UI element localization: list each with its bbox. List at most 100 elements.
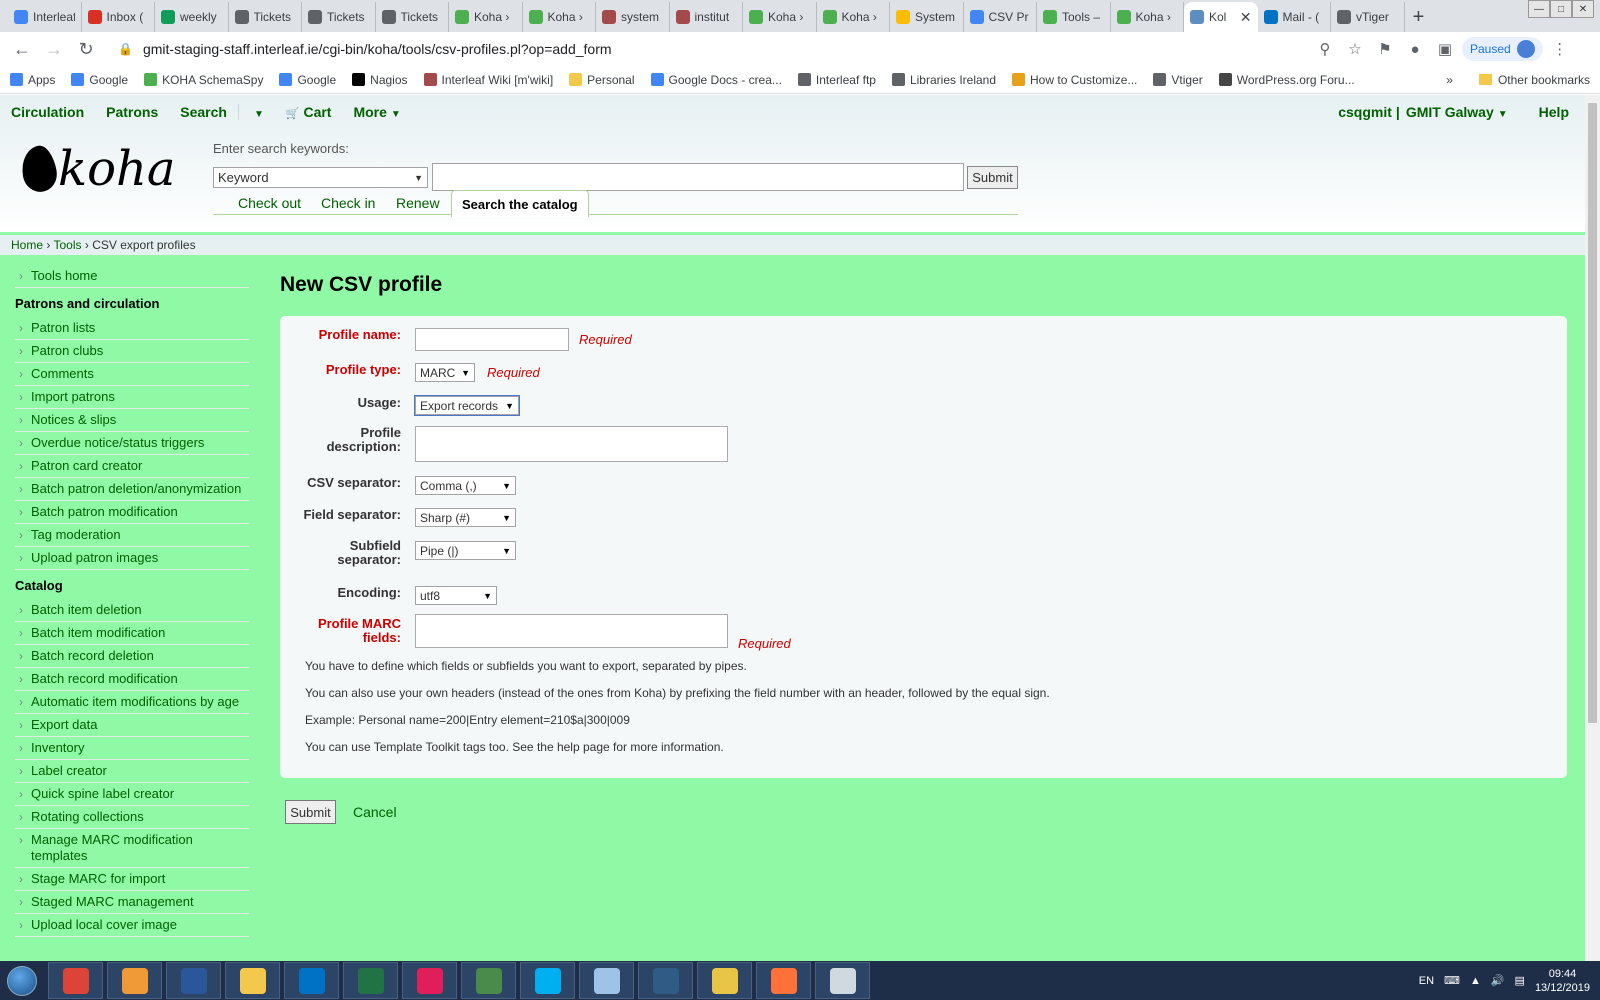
tab-active[interactable]: Kol ✕ bbox=[1184, 2, 1258, 32]
nav-cart[interactable]: 🛒 Cart bbox=[275, 104, 343, 120]
taskbar-app-slack[interactable] bbox=[402, 962, 457, 999]
sidebar-item-label[interactable]: Tag moderation bbox=[31, 527, 121, 543]
browser-tab[interactable]: Koha › bbox=[743, 2, 817, 32]
browser-tab[interactable]: institut bbox=[670, 2, 743, 32]
taskbar-app-word[interactable] bbox=[166, 962, 221, 999]
sidebar-item[interactable]: Automatic item modifications by age bbox=[15, 691, 249, 714]
browser-tab[interactable]: Koha › bbox=[523, 2, 596, 32]
sidebar-item-label[interactable]: Upload local cover image bbox=[31, 917, 177, 933]
bookmark-item[interactable]: Libraries Ireland bbox=[891, 73, 996, 87]
page-scrollbar[interactable] bbox=[1585, 95, 1600, 961]
sidebar-item-label[interactable]: Import patrons bbox=[31, 389, 115, 405]
sidebar-item-label[interactable]: Stage MARC for import bbox=[31, 871, 165, 887]
nav-more[interactable]: More ▼ bbox=[342, 104, 411, 120]
koha-logo[interactable]: koha bbox=[18, 141, 176, 197]
bookmark-item[interactable]: Google Docs - crea... bbox=[650, 73, 782, 87]
bookmarks-overflow-icon[interactable]: » bbox=[1446, 73, 1453, 87]
sidebar-item-tools-home[interactable]: Tools home bbox=[15, 265, 249, 288]
browser-tab[interactable]: system bbox=[596, 2, 670, 32]
taskbar-app-chrome[interactable] bbox=[48, 962, 103, 999]
profile-description-textarea[interactable] bbox=[415, 426, 728, 462]
sidebar-item[interactable]: Patron clubs bbox=[15, 340, 249, 363]
profile-paused-button[interactable]: Paused bbox=[1462, 37, 1543, 61]
sidebar-item-label[interactable]: Batch patron modification bbox=[31, 504, 178, 520]
sidebar-item-label[interactable]: Notices & slips bbox=[31, 412, 116, 428]
field-separator-select[interactable]: Sharp (#) ▼ bbox=[415, 508, 516, 527]
keyboard-icon[interactable]: ⌨ bbox=[1444, 974, 1460, 987]
sidebar-item[interactable]: Import patrons bbox=[15, 386, 249, 409]
bookmark-item[interactable]: Google bbox=[279, 73, 336, 87]
taskbar-app-skype[interactable] bbox=[520, 962, 575, 999]
taskbar-app-outlook[interactable] bbox=[284, 962, 339, 999]
submit-button[interactable]: Submit bbox=[285, 800, 336, 824]
browser-tab[interactable]: Tickets bbox=[302, 2, 376, 32]
bookmark-item[interactable]: Interleaf Wiki [m'wiki] bbox=[423, 73, 553, 87]
nav-help[interactable]: Help bbox=[1519, 104, 1585, 120]
sidebar-item[interactable]: Patron card creator bbox=[15, 455, 249, 478]
tray-expand-icon[interactable]: ▲ bbox=[1470, 975, 1481, 987]
sidebar-item[interactable]: Batch item deletion bbox=[15, 599, 249, 622]
language-indicator[interactable]: EN bbox=[1419, 975, 1434, 987]
sidebar-item-label[interactable]: Overdue notice/status triggers bbox=[31, 435, 204, 451]
reload-icon[interactable]: ↻ bbox=[72, 35, 100, 63]
extension-icon[interactable]: ⚑ bbox=[1372, 36, 1398, 62]
taskbar-app-media-player[interactable] bbox=[107, 962, 162, 999]
sidebar-item[interactable]: Tag moderation bbox=[15, 524, 249, 547]
browser-tab[interactable]: System bbox=[890, 2, 964, 32]
breadcrumb-home[interactable]: Home bbox=[11, 238, 43, 252]
profile-marc-fields-textarea[interactable] bbox=[415, 614, 728, 648]
bookmark-item[interactable]: How to Customize... bbox=[1012, 73, 1137, 87]
bookmark-item[interactable]: Vtiger bbox=[1153, 73, 1203, 87]
browser-tab[interactable]: Koha › bbox=[449, 2, 523, 32]
new-tab-button[interactable]: + bbox=[1405, 2, 1433, 32]
branch-menu[interactable]: GMIT Galway ▼ bbox=[1400, 104, 1519, 120]
network-icon[interactable]: ▤ bbox=[1515, 974, 1525, 987]
system-clock[interactable]: 09:44 13/12/2019 bbox=[1535, 967, 1590, 995]
sidebar-item-label[interactable]: Manage MARC modification templates bbox=[31, 832, 249, 864]
sidebar-item[interactable]: Rotating collections bbox=[15, 806, 249, 829]
sidebar-item-label[interactable]: Label creator bbox=[31, 763, 107, 779]
sidebar-item[interactable]: Quick spine label creator bbox=[15, 783, 249, 806]
search-input[interactable] bbox=[432, 163, 964, 191]
tab-search-catalog[interactable]: Search the catalog bbox=[451, 190, 589, 217]
breadcrumb-tools[interactable]: Tools bbox=[53, 238, 81, 252]
cancel-link[interactable]: Cancel bbox=[353, 804, 397, 820]
close-tab-icon[interactable]: ✕ bbox=[1240, 9, 1252, 26]
sidebar-item[interactable]: Inventory bbox=[15, 737, 249, 760]
csv-separator-select[interactable]: Comma (,) ▼ bbox=[415, 476, 516, 495]
taskbar-app-notepad[interactable] bbox=[579, 962, 634, 999]
taskbar-app-explorer[interactable] bbox=[225, 962, 280, 999]
sidebar-item[interactable]: Upload patron images bbox=[15, 547, 249, 570]
menu-kebab-icon[interactable]: ⋮ bbox=[1547, 36, 1573, 62]
browser-tab[interactable]: CSV Pr bbox=[964, 2, 1037, 32]
browser-tab[interactable]: Tickets bbox=[229, 2, 302, 32]
browser-tab[interactable]: Tickets bbox=[376, 2, 449, 32]
nav-circulation[interactable]: Circulation bbox=[0, 104, 95, 120]
speaker-icon[interactable]: 🔊 bbox=[1491, 974, 1505, 987]
taskbar-app-network-tool[interactable] bbox=[697, 962, 752, 999]
nav-patrons[interactable]: Patrons bbox=[95, 104, 169, 120]
bookmark-item[interactable]: Google bbox=[71, 73, 128, 87]
encoding-select[interactable]: utf8 ▼ bbox=[415, 586, 497, 605]
sidebar-item[interactable]: Label creator bbox=[15, 760, 249, 783]
sidebar-item[interactable]: Export data bbox=[15, 714, 249, 737]
sidebar-item[interactable]: Overdue notice/status triggers bbox=[15, 432, 249, 455]
taskbar-app-font-viewer[interactable] bbox=[815, 962, 870, 999]
star-icon[interactable]: ☆ bbox=[1342, 36, 1368, 62]
profile-type-select[interactable]: MARC ▼ bbox=[415, 363, 475, 382]
sidebar-item-label[interactable]: Export data bbox=[31, 717, 98, 733]
sidebar-item-label[interactable]: Batch patron deletion/anonymization bbox=[31, 481, 241, 497]
taskbar-app-excel[interactable] bbox=[343, 962, 398, 999]
sidebar-item-label[interactable]: Upload patron images bbox=[31, 550, 158, 566]
back-arrow-icon[interactable]: ← bbox=[8, 35, 36, 63]
minimize-icon[interactable]: — bbox=[1528, 0, 1550, 18]
sidebar-item[interactable]: Patron lists bbox=[15, 317, 249, 340]
start-button[interactable] bbox=[0, 961, 44, 1000]
sidebar-item-label[interactable]: Batch item deletion bbox=[31, 602, 142, 618]
sidebar-item-label[interactable]: Batch item modification bbox=[31, 625, 165, 641]
notification-extension-icon[interactable]: ▣ bbox=[1432, 36, 1458, 62]
browser-tab[interactable]: weekly bbox=[155, 2, 229, 32]
sidebar-item-label[interactable]: Tools home bbox=[31, 268, 97, 284]
browser-tab[interactable]: Tools – bbox=[1037, 2, 1111, 32]
bookmark-item[interactable]: WordPress.org Foru... bbox=[1218, 73, 1355, 87]
